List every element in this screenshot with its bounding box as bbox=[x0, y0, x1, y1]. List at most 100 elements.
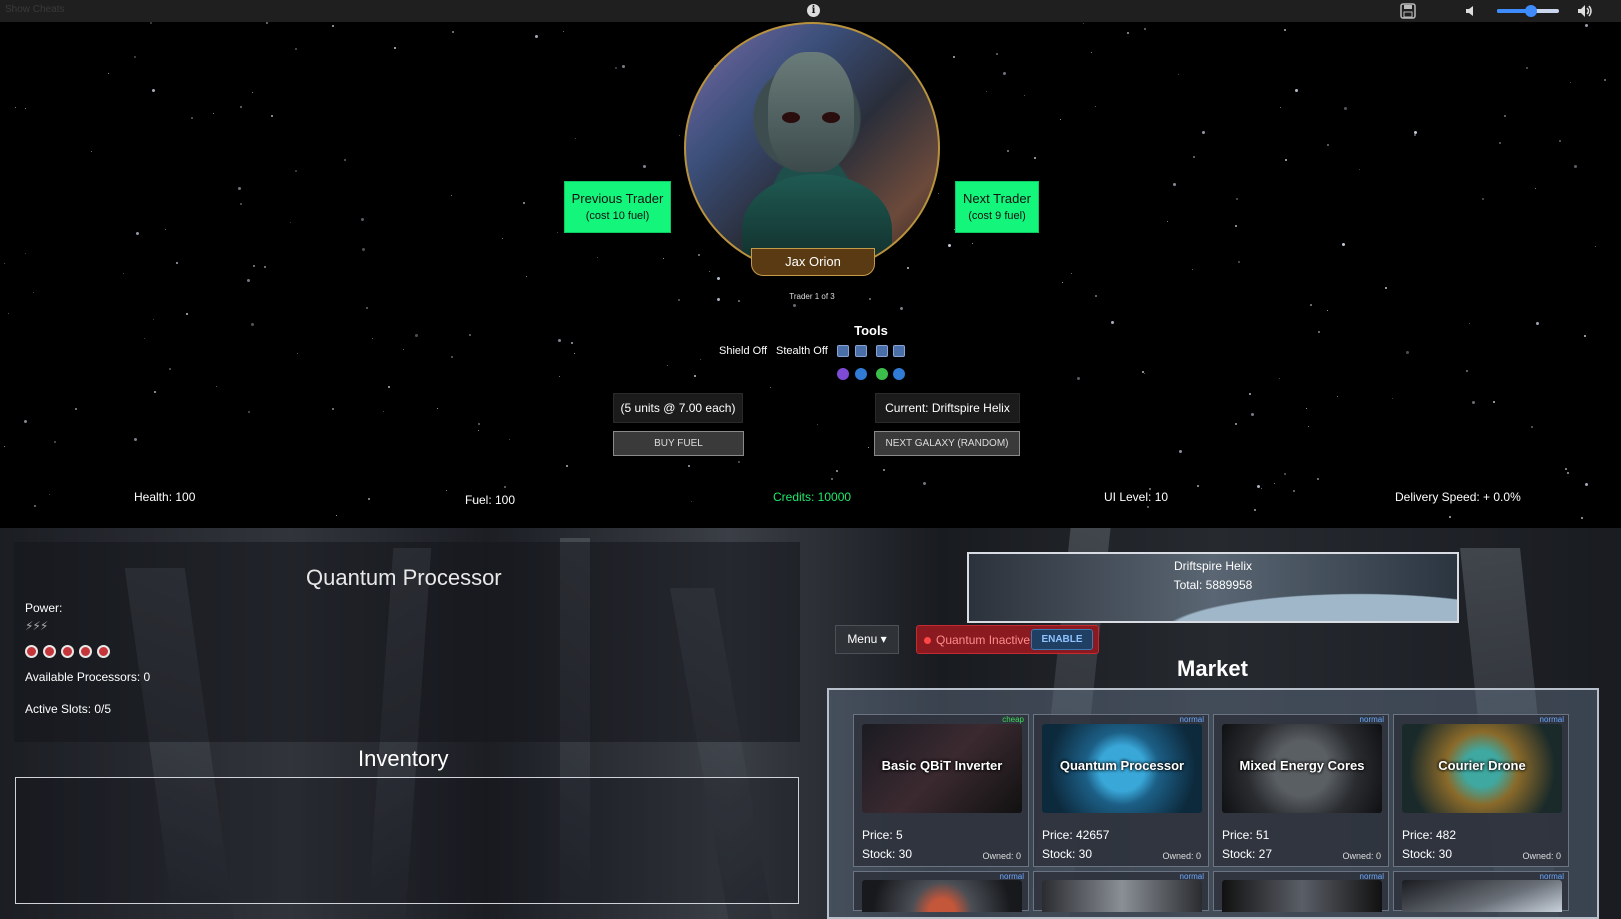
item-price: Price: 482 bbox=[1402, 828, 1457, 842]
star bbox=[948, 244, 951, 247]
item-stock: Stock: 30 bbox=[862, 847, 913, 861]
star bbox=[1584, 335, 1586, 337]
star bbox=[1531, 426, 1533, 428]
market-item-card[interactable]: normal Courier Drone Price: 482 Stock: 3… bbox=[1393, 714, 1569, 867]
alien-invader-icon[interactable] bbox=[837, 368, 849, 380]
star bbox=[1060, 119, 1061, 120]
menu-dropdown[interactable]: Menu ▾ bbox=[835, 625, 899, 654]
star bbox=[49, 494, 50, 495]
star bbox=[1293, 490, 1295, 492]
star bbox=[836, 470, 838, 472]
item-price: Price: 42657 bbox=[1042, 828, 1110, 842]
market-item-card[interactable]: normal bbox=[1393, 871, 1569, 912]
star bbox=[1003, 72, 1006, 75]
globe-icon[interactable] bbox=[893, 368, 905, 380]
item-image bbox=[1042, 880, 1202, 912]
star bbox=[691, 501, 692, 502]
market-item-card[interactable]: normal Mixed Energy Cores Price: 51 Stoc… bbox=[1213, 714, 1389, 867]
star bbox=[694, 375, 696, 377]
star bbox=[1192, 269, 1193, 270]
star bbox=[1062, 282, 1063, 283]
tool-swap-icon[interactable] bbox=[876, 345, 888, 357]
save-icon[interactable] bbox=[1400, 3, 1416, 19]
volume-up-icon[interactable] bbox=[1577, 3, 1594, 19]
star bbox=[1295, 89, 1298, 92]
processor-slot-icon bbox=[25, 645, 38, 658]
inventory-panel[interactable] bbox=[15, 777, 799, 904]
market-item-card[interactable]: normal bbox=[1033, 871, 1209, 912]
market-item-card[interactable]: normal Quantum Processor Price: 42657 St… bbox=[1033, 714, 1209, 867]
star bbox=[1535, 188, 1536, 189]
star bbox=[264, 266, 266, 268]
star bbox=[75, 408, 77, 410]
star bbox=[271, 115, 273, 117]
enable-quantum-button[interactable]: ENABLE bbox=[1031, 629, 1093, 650]
delivery-speed-stat: Delivery Speed: + 0.0% bbox=[1395, 490, 1521, 504]
star bbox=[1236, 198, 1238, 200]
star bbox=[1280, 107, 1281, 108]
star bbox=[1235, 423, 1237, 425]
market-item-card[interactable]: normal bbox=[1213, 871, 1389, 912]
star bbox=[1466, 370, 1468, 372]
volume-mute-icon[interactable] bbox=[1465, 4, 1479, 18]
star bbox=[868, 447, 869, 448]
next-trader-button[interactable]: Next Trader (cost 9 fuel) bbox=[955, 181, 1039, 233]
next-galaxy-button[interactable]: NEXT GALAXY (RANDOM) bbox=[874, 431, 1020, 456]
star bbox=[1111, 321, 1114, 324]
item-owned: Owned: 0 bbox=[982, 851, 1021, 861]
star bbox=[698, 254, 700, 256]
planet-icon[interactable] bbox=[855, 368, 867, 380]
star bbox=[504, 486, 506, 488]
stealth-status[interactable]: Stealth Off bbox=[776, 345, 828, 357]
item-image bbox=[1222, 880, 1382, 912]
star bbox=[688, 465, 690, 467]
tool-undo-icon[interactable] bbox=[837, 345, 849, 357]
info-icon[interactable]: i bbox=[807, 4, 820, 17]
star bbox=[1285, 159, 1287, 161]
star bbox=[770, 387, 771, 388]
star bbox=[297, 353, 298, 354]
ui-level-stat: UI Level: 10 bbox=[1104, 490, 1169, 504]
star bbox=[332, 25, 334, 27]
star bbox=[176, 262, 178, 264]
show-cheats-link[interactable]: Show Cheats bbox=[5, 4, 64, 15]
previous-trader-button[interactable]: Previous Trader (cost 10 fuel) bbox=[564, 181, 671, 233]
star bbox=[1095, 295, 1097, 297]
alien-face-icon[interactable] bbox=[876, 368, 888, 380]
market-item-card[interactable]: cheap Basic QBiT Inverter Price: 5 Stock… bbox=[853, 714, 1029, 867]
processor-slot-icon bbox=[97, 645, 110, 658]
star bbox=[1565, 468, 1567, 470]
star bbox=[144, 338, 145, 339]
star bbox=[1193, 156, 1195, 158]
star bbox=[1526, 67, 1528, 69]
star bbox=[571, 342, 573, 344]
item-owned: Owned: 0 bbox=[1522, 851, 1561, 861]
processor-slot-icon bbox=[79, 645, 92, 658]
tool-grid-icon[interactable] bbox=[893, 345, 905, 357]
star bbox=[25, 253, 26, 254]
item-image bbox=[862, 880, 1022, 912]
star bbox=[1493, 401, 1495, 403]
shield-status[interactable]: Shield Off bbox=[719, 345, 767, 357]
star bbox=[332, 408, 334, 410]
star bbox=[574, 353, 575, 354]
trader-name: Jax Orion bbox=[751, 248, 875, 276]
star bbox=[469, 334, 471, 336]
star bbox=[502, 238, 503, 239]
star bbox=[1317, 478, 1319, 480]
star bbox=[622, 65, 625, 68]
tool-box-icon[interactable] bbox=[855, 345, 867, 357]
star bbox=[900, 307, 903, 310]
star bbox=[1337, 396, 1338, 397]
star bbox=[679, 135, 680, 136]
market-item-card[interactable]: normal bbox=[853, 871, 1029, 912]
star bbox=[1406, 351, 1409, 354]
star bbox=[643, 165, 646, 168]
volume-slider[interactable] bbox=[1497, 5, 1559, 17]
item-owned: Owned: 0 bbox=[1342, 851, 1381, 861]
star bbox=[1202, 131, 1205, 134]
buy-fuel-button[interactable]: BUY FUEL bbox=[613, 431, 744, 456]
star bbox=[383, 411, 384, 412]
star bbox=[1071, 273, 1072, 274]
star bbox=[938, 193, 939, 194]
